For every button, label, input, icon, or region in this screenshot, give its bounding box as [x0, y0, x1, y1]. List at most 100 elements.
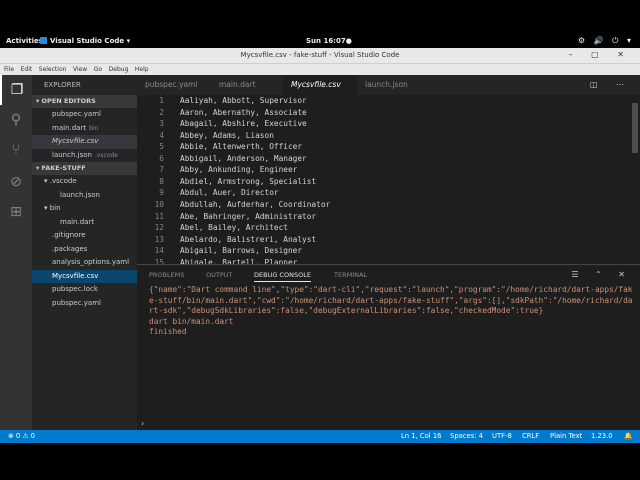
explorer-icon[interactable]: ❐ [0, 75, 32, 105]
file-item[interactable]: pubspec.lock [32, 283, 137, 297]
code-line[interactable]: 13 Abelardo, Balistreri, Analyst [137, 234, 317, 246]
debug-icon[interactable]: ⊘ [0, 167, 32, 197]
menu-view[interactable]: View [73, 64, 87, 75]
tab-pubspec-yaml[interactable]: pubspec.yaml [137, 75, 211, 95]
code-line[interactable]: 11 Abe, Bahringer, Administrator [137, 211, 317, 223]
search-icon[interactable]: ⚲ [0, 105, 32, 135]
vscode-logo-icon [40, 37, 47, 44]
file-item[interactable]: .packages [32, 243, 137, 257]
line-text: Abbey, Adams, Liason [180, 130, 274, 140]
line-number: 5 [159, 142, 164, 152]
window-controls[interactable]: – ▢ ✕ [569, 50, 632, 59]
file-item[interactable]: main.dart [32, 216, 137, 230]
file-item[interactable]: .gitignore [32, 229, 137, 243]
desktop-background [0, 443, 640, 480]
line-number: 2 [159, 107, 164, 117]
activities-button[interactable]: Activities [6, 37, 43, 45]
file-item[interactable]: launch.json [32, 189, 137, 203]
explorer-sidebar: EXPLORER ▾ OPEN EDITORS pubspec.yaml mai… [32, 75, 137, 430]
line-text: Abigale, Bartell, Planner [180, 257, 298, 264]
line-text: Abigail, Barrows, Designer [180, 246, 303, 256]
explorer-header: EXPLORER [44, 81, 81, 89]
tab-terminal[interactable]: TERMINAL [334, 271, 367, 279]
indentation-status[interactable]: Spaces: 4 [450, 430, 483, 443]
open-editor-item[interactable]: Mycsvfile.csv [32, 135, 137, 149]
line-text: Abbie, Altenwerth, Officer [180, 142, 303, 152]
menu-bar: File Edit Selection View Go Debug Help [0, 64, 640, 75]
problems-status[interactable]: ⊗ 0 ⚠ 0 [8, 430, 35, 443]
eol-status[interactable]: CRLF [522, 430, 539, 443]
folder-item[interactable]: ▾ .vscode [32, 175, 137, 189]
app-menu[interactable]: Visual Studio Code ▾ [40, 37, 130, 45]
menu-debug[interactable]: Debug [109, 64, 129, 75]
code-line[interactable]: 7 Abby, Ankunding, Engineer [137, 164, 297, 176]
line-number: 15 [154, 257, 164, 264]
code-line[interactable]: 2 Aaron, Abernathy, Associate [137, 107, 306, 119]
line-text: Abdullah, Aufderhar, Coordinator [180, 199, 331, 209]
open-editor-label: main.dart [52, 123, 87, 132]
code-line[interactable]: 9 Abdul, Auer, Director [137, 187, 278, 199]
open-editor-item[interactable]: pubspec.yaml [32, 108, 137, 122]
code-line[interactable]: 6 Abbigail, Anderson, Manager [137, 153, 306, 165]
code-line[interactable]: 14 Abigail, Barrows, Designer [137, 245, 302, 257]
code-line[interactable]: 5 Abbie, Altenwerth, Officer [137, 141, 302, 153]
code-line[interactable]: 3 Abagail, Abshire, Executive [137, 118, 306, 130]
encoding-status[interactable]: UTF-8 [492, 430, 512, 443]
source-control-icon[interactable]: ⑂ [0, 135, 32, 165]
editor-actions[interactable]: ◫ ⋯ [590, 80, 632, 89]
file-item[interactable]: analysis_options.yaml [32, 256, 137, 270]
line-number: 3 [159, 119, 164, 129]
version-status: 1.23.0 [591, 432, 613, 440]
extensions-icon[interactable]: ⊞ [0, 197, 32, 227]
line-number: 7 [159, 165, 164, 175]
tab-main-dart[interactable]: main.dart [211, 75, 283, 95]
code-line[interactable]: 8 Abdiel, Armstrong, Specialist [137, 176, 316, 188]
open-editor-hint: bin [89, 124, 99, 132]
menu-go[interactable]: Go [94, 64, 102, 75]
system-tray[interactable]: ⚙ 🔊 ⏻ ▾ [578, 36, 634, 46]
code-line[interactable]: 4 Abbey, Adams, Liason [137, 130, 274, 142]
bottom-panel: PROBLEMS OUTPUT DEBUG CONSOLE TERMINAL ☰… [137, 264, 640, 430]
language-mode[interactable]: Plain Text [550, 430, 582, 443]
menu-help[interactable]: Help [135, 64, 149, 75]
open-editor-item[interactable]: launch.json .vscode [32, 149, 137, 163]
tab-output[interactable]: OUTPUT [206, 271, 233, 279]
code-line[interactable]: 1 Aaliyah, Abbott, Supervisor [137, 95, 306, 107]
notifications-icon[interactable]: 🔔 [624, 430, 632, 443]
tab-problems[interactable]: PROBLEMS [149, 271, 184, 279]
code-line[interactable]: 10 Abdullah, Aufderhar, Coordinator [137, 199, 331, 211]
open-editor-item[interactable]: main.dart bin [32, 122, 137, 136]
line-text: Abel, Bailey, Architect [180, 223, 288, 233]
file-item[interactable]: Mycsvfile.csv [32, 269, 137, 283]
open-editor-label: launch.json [52, 150, 92, 159]
line-text: Abbigail, Anderson, Manager [180, 153, 307, 163]
menu-selection[interactable]: Selection [39, 64, 67, 75]
cursor-position[interactable]: Ln 1, Col 16 [401, 430, 442, 443]
open-editors-section[interactable]: ▾ OPEN EDITORS [32, 95, 137, 108]
tab-launch-json[interactable]: launch.json [357, 75, 427, 95]
line-text: Abelardo, Balistreri, Analyst [180, 234, 317, 244]
tab-debug-console[interactable]: DEBUG CONSOLE [254, 271, 311, 282]
project-section[interactable]: ▾ FAKE-STUFF [32, 162, 137, 175]
line-number: 6 [159, 153, 164, 163]
window-title: Mycsvfile.csv - fake-stuff - Visual Stud… [240, 51, 400, 59]
file-item[interactable]: pubspec.yaml [32, 297, 137, 311]
folder-item[interactable]: ▾ bin [32, 202, 137, 216]
code-line[interactable]: 15 Abigale, Bartell, Planner [137, 257, 298, 264]
console-line: dart bin/main.dart [149, 316, 234, 326]
code-line[interactable]: 12 Abel, Bailey, Architect [137, 222, 288, 234]
app-menu-label: Visual Studio Code ▾ [50, 37, 131, 45]
tab-mycsvfile-csv[interactable]: Mycsvfile.csv [283, 75, 357, 95]
line-number: 11 [154, 211, 164, 221]
menu-edit[interactable]: Edit [21, 64, 33, 75]
line-text: Abby, Ankunding, Engineer [180, 165, 298, 175]
menu-file[interactable]: File [4, 64, 14, 75]
panel-actions[interactable]: ☰ ⌃ ✕ [571, 270, 632, 279]
console-input-prompt[interactable]: › [141, 419, 144, 428]
code-editor[interactable]: 1 Aaliyah, Abbott, Supervisor 2 Aaron, Aber… [137, 95, 640, 264]
line-number: 12 [154, 223, 164, 233]
line-text: Abagail, Abshire, Executive [180, 119, 307, 129]
clock[interactable]: Sun 16:07● [306, 37, 352, 45]
line-text: Aaliyah, Abbott, Supervisor [180, 96, 307, 105]
editor-scrollbar[interactable] [632, 103, 638, 153]
